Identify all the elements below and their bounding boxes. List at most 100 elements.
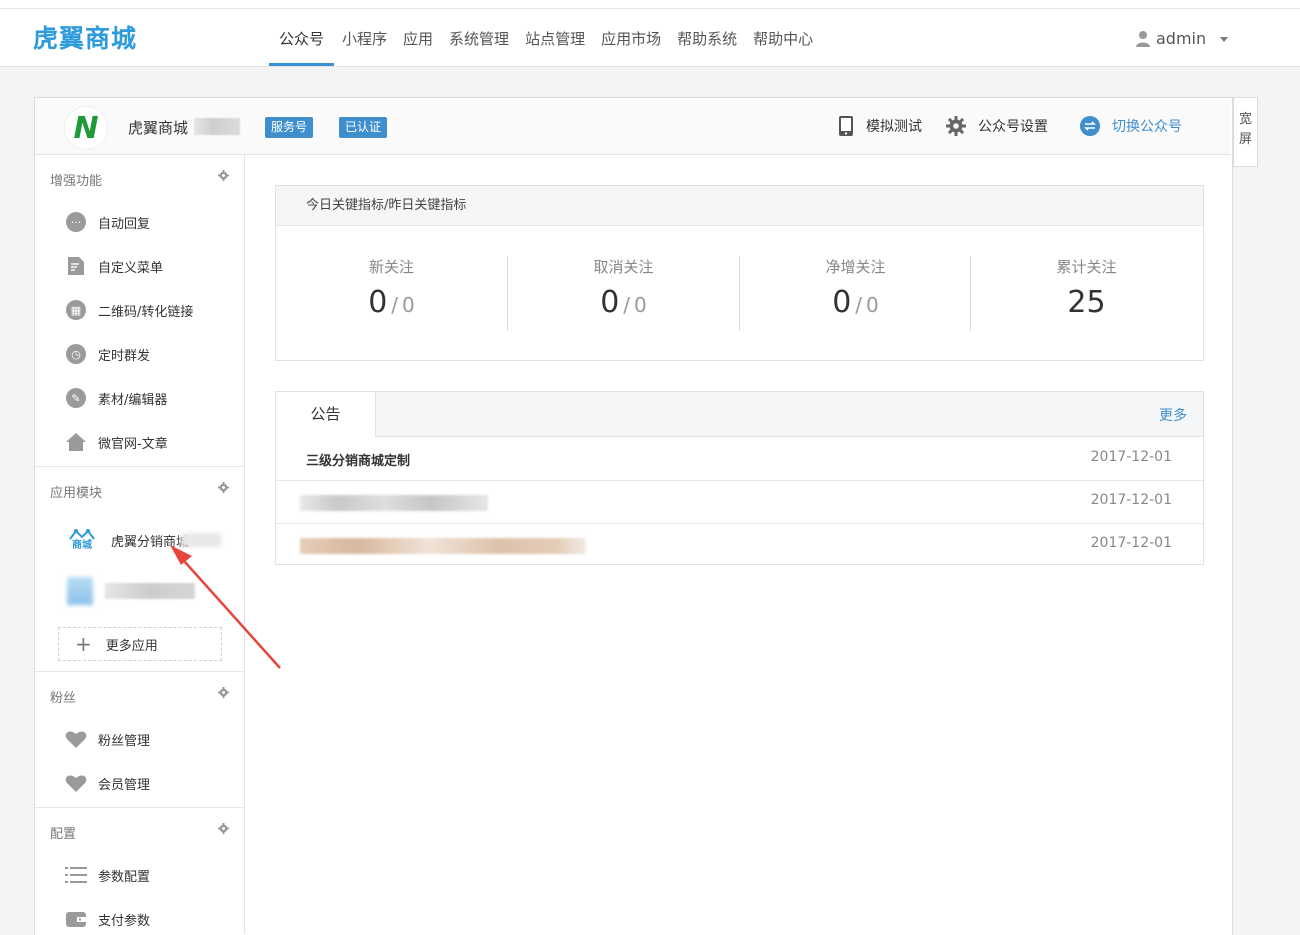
notice-row[interactable]: 三级分销商城定制 2017-12-01 (276, 437, 1203, 481)
pencil-icon: ✎ (65, 387, 87, 409)
notice-title[interactable]: 三级分销商城定制 (306, 450, 410, 469)
sidebar-item-auto-reply[interactable]: ··· 自动回复 (65, 210, 150, 234)
key-metrics-card: 今日关键指标/昨日关键指标 新关注 0/0 取消关注 0/0 净增关注 0/0 … (275, 185, 1204, 361)
section-gear-icon[interactable] (218, 823, 229, 834)
account-name: 虎翼商城 (128, 119, 189, 137)
sidebar-item-label: 会员管理 (98, 777, 151, 793)
top-divider (0, 8, 1300, 9)
metric-new-follows: 新关注 0/0 (276, 256, 507, 320)
simulate-test-button[interactable]: 模拟测试 (838, 116, 922, 136)
sidebar-item-label: 二维码/转化链接 (98, 304, 194, 320)
section-gear-icon[interactable] (218, 482, 229, 493)
wide-screen-toggle[interactable]: 宽 屏 (1233, 97, 1258, 167)
sidebar-section-enhanced: 增强功能 (50, 174, 103, 189)
nav-help-center[interactable]: 帮助中心 (745, 24, 821, 64)
metric-value: 0/0 (832, 285, 879, 320)
sidebar-item-micro-site[interactable]: 微官网-文章 (65, 430, 168, 454)
sidebar-section-fans: 粉丝 (50, 691, 77, 706)
sidebar-item-material-editor[interactable]: ✎ 素材/编辑器 (65, 386, 167, 410)
metric-total-follows: 累计关注 25 (971, 256, 1202, 320)
plus-icon: + (75, 632, 92, 656)
account-avatar: N (64, 106, 108, 150)
sidebar-item-label: 素材/编辑器 (98, 392, 168, 408)
site-logo[interactable]: 虎翼商城 (33, 22, 137, 56)
gear-icon (946, 116, 966, 136)
wide-screen-label: 宽 屏 (1238, 112, 1252, 147)
redacted-notice-title (300, 538, 586, 554)
sidebar-section-app-modules: 应用模块 (50, 486, 103, 501)
sidebar-item-qrcode[interactable]: ▦ 二维码/转化链接 (65, 298, 193, 322)
metric-unfollows: 取消关注 0/0 (508, 256, 739, 320)
metric-value: 25 (1067, 285, 1106, 320)
home-icon (65, 431, 87, 453)
metric-label: 净增关注 (825, 258, 886, 276)
sidebar-item-label: 参数配置 (98, 869, 151, 885)
nav-system-management[interactable]: 系统管理 (441, 24, 517, 64)
notice-date: 2017-12-01 (1090, 449, 1172, 465)
mall-app-icon: 商城 (67, 525, 97, 555)
heart-icon (65, 772, 87, 794)
sidebar-item-label: 粉丝管理 (98, 733, 151, 749)
sidebar-item-payment-params[interactable]: 支付参数 (65, 907, 150, 931)
annotation-arrow (170, 545, 281, 669)
section-gear-icon[interactable] (218, 687, 229, 698)
service-account-badge: 服务号 (265, 117, 314, 138)
sidebar-item-member-management[interactable]: 会员管理 (65, 771, 150, 795)
metric-label: 取消关注 (593, 258, 654, 276)
chevron-down-icon (1220, 37, 1229, 42)
qrcode-icon: ▦ (65, 299, 87, 321)
phone-icon (839, 116, 853, 136)
notice-date: 2017-12-01 (1090, 492, 1172, 508)
tab-notice[interactable]: 公告 (276, 392, 376, 437)
sidebar-item-label: 自动回复 (98, 216, 151, 232)
chat-icon: ··· (65, 211, 87, 233)
metric-net-follows: 净增关注 0/0 (740, 256, 971, 320)
sidebar-item-fans-management[interactable]: 粉丝管理 (65, 727, 150, 751)
sidebar-item-label: 支付参数 (98, 913, 151, 929)
notice-row[interactable]: 2017-12-01 (276, 523, 1203, 566)
sidebar-divider (35, 807, 244, 808)
notice-row[interactable]: 2017-12-01 (276, 480, 1203, 524)
metric-label: 累计关注 (1056, 258, 1117, 276)
main-nav: 公众号 小程序 应用 系统管理 站点管理 应用市场 帮助系统 帮助中心 (269, 24, 821, 66)
user-menu[interactable]: admin (1136, 26, 1229, 50)
notice-more-link[interactable]: 更多 (1159, 405, 1187, 425)
redacted-app-icon (67, 577, 93, 605)
switch-account-button[interactable]: 切换公众号 (1080, 116, 1182, 136)
verified-badge: 已认证 (339, 117, 388, 138)
key-metrics-title: 今日关键指标/昨日关键指标 (276, 186, 1203, 226)
metric-value: 0/0 (368, 285, 415, 320)
document-edit-icon (65, 255, 87, 277)
notice-card: 公告 更多 三级分销商城定制 2017-12-01 2017-12-01 201… (275, 391, 1204, 565)
sidebar-item-custom-menu[interactable]: 自定义菜单 (65, 254, 163, 278)
sidebar-divider (35, 466, 244, 467)
wallet-icon (65, 908, 87, 930)
sidebar-item-label: 定时群发 (98, 348, 151, 364)
nav-mini-program[interactable]: 小程序 (334, 24, 395, 64)
account-settings-label: 公众号设置 (978, 119, 1048, 135)
account-settings-button[interactable]: 公众号设置 (946, 116, 1048, 136)
nav-apps[interactable]: 应用 (395, 24, 441, 64)
redacted-notice-title (300, 495, 488, 511)
sidebar-item-parameter-config[interactable]: 参数配置 (65, 863, 150, 887)
sidebar-section-config: 配置 (50, 827, 77, 842)
nav-app-market[interactable]: 应用市场 (593, 24, 669, 64)
simulate-test-label: 模拟测试 (866, 119, 922, 135)
clock-icon: ◷ (65, 343, 87, 365)
user-icon (1136, 30, 1150, 47)
nav-help-system[interactable]: 帮助系统 (669, 24, 745, 64)
sidebar-item-label: 自定义菜单 (98, 260, 164, 276)
switch-account-label: 切换公众号 (1112, 119, 1182, 135)
nav-site-management[interactable]: 站点管理 (517, 24, 593, 64)
sidebar-item-label: 微官网-文章 (98, 436, 168, 452)
section-gear-icon[interactable] (218, 170, 229, 181)
list-icon (65, 864, 87, 886)
more-apps-label: 更多应用 (105, 638, 158, 654)
metric-label: 新关注 (368, 258, 414, 276)
switch-icon (1080, 116, 1100, 136)
sidebar-item-scheduled-broadcast[interactable]: ◷ 定时群发 (65, 342, 150, 366)
mall-app-icon-text: 商城 (72, 540, 92, 551)
notice-date: 2017-12-01 (1090, 535, 1172, 551)
redacted-account-suffix (194, 118, 240, 135)
nav-official-account[interactable]: 公众号 (269, 24, 335, 66)
